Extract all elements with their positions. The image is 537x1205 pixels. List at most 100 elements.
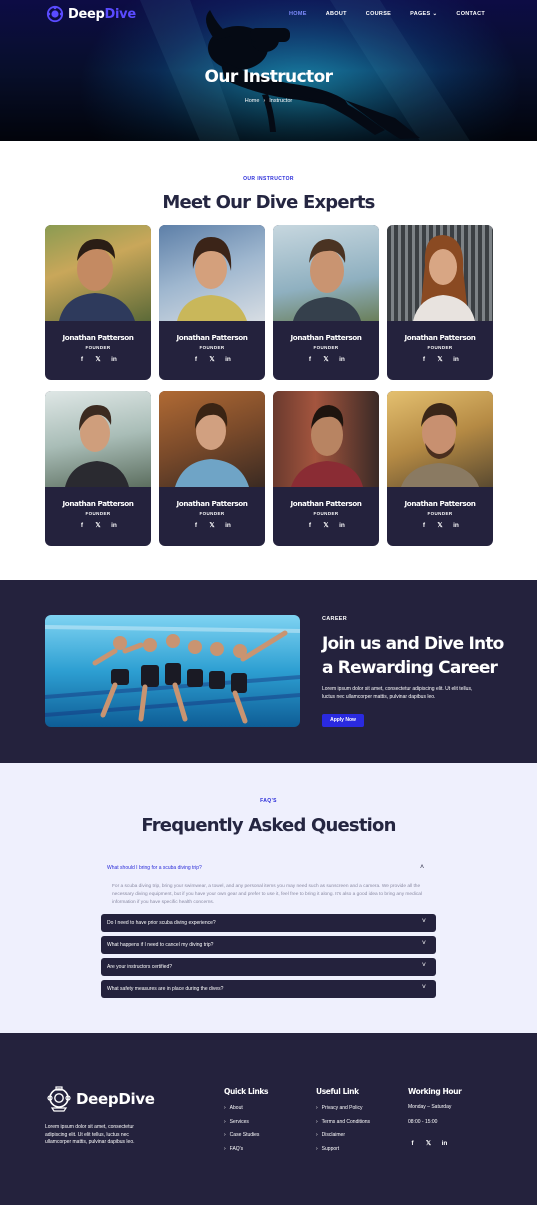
chevron-down-icon: ˅: [421, 918, 426, 925]
instructor-photo: [273, 391, 379, 487]
breadcrumb-current: Instructor: [269, 98, 293, 104]
instructor-photo: [45, 225, 151, 321]
facebook-icon[interactable]: f: [193, 522, 200, 530]
footer-link-terms[interactable]: › Terms and Conditions: [316, 1119, 370, 1125]
x-icon[interactable]: 𝕏: [95, 356, 102, 364]
faq-item[interactable]: Do I need to have prior scuba diving exp…: [101, 914, 436, 932]
instructor-name: Jonathan Patterson: [62, 499, 134, 508]
instructor-card[interactable]: Jonathan Patterson FOUNDER f 𝕏in: [387, 391, 493, 546]
footer-link-label: Disclaimer: [321, 1132, 346, 1138]
instructor-socials: f 𝕏in: [273, 522, 379, 530]
facebook-icon[interactable]: f: [421, 356, 428, 364]
working-days: Monday – Saturday: [408, 1104, 452, 1110]
footer-brand-name: DeepDive: [76, 1090, 155, 1108]
footer-brand-logo[interactable]: DeepDive: [47, 1086, 155, 1112]
facebook-icon[interactable]: f: [79, 522, 86, 530]
linkedin-icon[interactable]: in: [339, 356, 346, 364]
faq-item[interactable]: What safety measures are in place during…: [101, 980, 436, 998]
nav-link-about[interactable]: ABOUT: [326, 11, 347, 17]
nav-link-course[interactable]: COURSE: [366, 11, 391, 17]
apply-now-button[interactable]: Apply Now: [322, 714, 364, 727]
instructor-card[interactable]: Jonathan Patterson FOUNDER f 𝕏in: [159, 225, 265, 380]
chevron-right-icon: ›: [263, 98, 266, 104]
chevron-right-icon: ›: [316, 1146, 318, 1152]
chevron-up-icon[interactable]: ˄: [420, 864, 424, 871]
x-icon[interactable]: 𝕏: [209, 356, 216, 364]
breadcrumb-home-link[interactable]: Home: [245, 98, 260, 104]
facebook-icon[interactable]: f: [307, 522, 314, 530]
linkedin-icon[interactable]: in: [111, 356, 118, 364]
useful-links-title: Useful Link: [316, 1087, 359, 1096]
instructors-title: Meet Our Dive Experts: [162, 192, 375, 213]
faq-eyebrow: FAQ'S: [260, 798, 277, 804]
instructor-role: FOUNDER: [313, 511, 339, 516]
instructor-name: Jonathan Patterson: [404, 333, 476, 342]
instructor-card[interactable]: Jonathan Patterson FOUNDER f 𝕏in: [273, 225, 379, 380]
x-icon[interactable]: 𝕏: [323, 356, 330, 364]
diving-helmet-icon: [46, 5, 64, 23]
instructor-card[interactable]: Jonathan Patterson FOUNDER f 𝕏in: [45, 225, 151, 380]
instructor-name: Jonathan Patterson: [176, 499, 248, 508]
facebook-icon[interactable]: f: [421, 522, 428, 530]
instructor-photo: [387, 225, 493, 321]
instructor-card[interactable]: Jonathan Patterson FOUNDER f 𝕏in: [45, 391, 151, 546]
footer-socials: f 𝕏 in: [409, 1140, 448, 1148]
linkedin-icon[interactable]: in: [339, 522, 346, 530]
nav-link-contact[interactable]: CONTACT: [456, 11, 485, 17]
chevron-down-icon: ˅: [421, 962, 426, 969]
linkedin-icon[interactable]: in: [441, 1140, 448, 1148]
site-footer: DeepDive Lorem ipsum dolor sit amet, con…: [0, 1033, 537, 1205]
faq-item[interactable]: Are your instructors certified? ˅: [101, 958, 436, 976]
instructors-eyebrow: OUR INSTRUCTOR: [243, 176, 294, 182]
chevron-right-icon: ›: [316, 1105, 318, 1111]
instructor-socials: f 𝕏in: [159, 522, 265, 530]
footer-about: Lorem ipsum dolor sit amet, consectetur …: [45, 1124, 135, 1145]
linkedin-icon[interactable]: in: [225, 522, 232, 530]
footer-link-label: Case Studies: [229, 1132, 260, 1138]
footer-link-support[interactable]: › Support: [316, 1146, 339, 1152]
brand-logo[interactable]: DeepDive: [46, 5, 136, 23]
faq-item[interactable]: What happens if I need to cancel my divi…: [101, 936, 436, 954]
instructor-socials: f 𝕏in: [387, 522, 493, 530]
instructor-card[interactable]: Jonathan Patterson FOUNDER f 𝕏in: [273, 391, 379, 546]
page-title: Our Instructor: [204, 67, 333, 87]
footer-link-disclaimer[interactable]: › Disclaimer: [316, 1132, 345, 1138]
footer-link-services[interactable]: › Services: [224, 1119, 249, 1125]
x-icon[interactable]: 𝕏: [425, 1140, 432, 1148]
footer-link-label: Terms and Conditions: [321, 1119, 371, 1125]
linkedin-icon[interactable]: in: [453, 356, 460, 364]
faq-question: Are your instructors certified?: [107, 964, 173, 970]
instructor-card[interactable]: Jonathan Patterson FOUNDER f 𝕏in: [387, 225, 493, 380]
x-icon[interactable]: 𝕏: [437, 522, 444, 530]
footer-link-privacy[interactable]: › Privacy and Policy: [316, 1105, 363, 1111]
footer-link-case-studies[interactable]: › Case Studies: [224, 1132, 259, 1138]
x-icon[interactable]: 𝕏: [95, 522, 102, 530]
linkedin-icon[interactable]: in: [111, 522, 118, 530]
faq-open-question[interactable]: What should I bring for a scuba diving t…: [107, 865, 202, 871]
faq-section: FAQ'S Frequently Asked Question What sho…: [0, 763, 537, 1033]
linkedin-icon[interactable]: in: [453, 522, 460, 530]
footer-link-about[interactable]: › About: [224, 1105, 243, 1111]
facebook-icon[interactable]: f: [79, 356, 86, 364]
instructor-photo: [45, 391, 151, 487]
footer-link-label: FAQ's: [229, 1146, 244, 1152]
instructor-name: Jonathan Patterson: [62, 333, 134, 342]
instructor-photo: [159, 391, 265, 487]
instructor-photo: [159, 225, 265, 321]
facebook-icon[interactable]: f: [307, 356, 314, 364]
x-icon[interactable]: 𝕏: [209, 522, 216, 530]
x-icon[interactable]: 𝕏: [323, 522, 330, 530]
footer-link-faqs[interactable]: › FAQ's: [224, 1146, 243, 1152]
nav-link-home[interactable]: HOME: [289, 11, 307, 17]
x-icon[interactable]: 𝕏: [437, 356, 444, 364]
linkedin-icon[interactable]: in: [225, 356, 232, 364]
instructor-card[interactable]: Jonathan Patterson FOUNDER f 𝕏in: [159, 391, 265, 546]
facebook-icon[interactable]: f: [193, 356, 200, 364]
career-title: Join us and Dive Into a Rewarding Career: [322, 634, 504, 678]
facebook-icon[interactable]: f: [409, 1140, 416, 1148]
career-description: Lorem ipsum dolor sit amet, consectetur …: [322, 686, 473, 700]
quick-links-title: Quick Links: [224, 1087, 269, 1096]
working-hour-title: Working Hour: [408, 1087, 462, 1096]
instructor-name: Jonathan Patterson: [290, 333, 362, 342]
nav-link-pages[interactable]: PAGES ⌄: [410, 11, 437, 17]
